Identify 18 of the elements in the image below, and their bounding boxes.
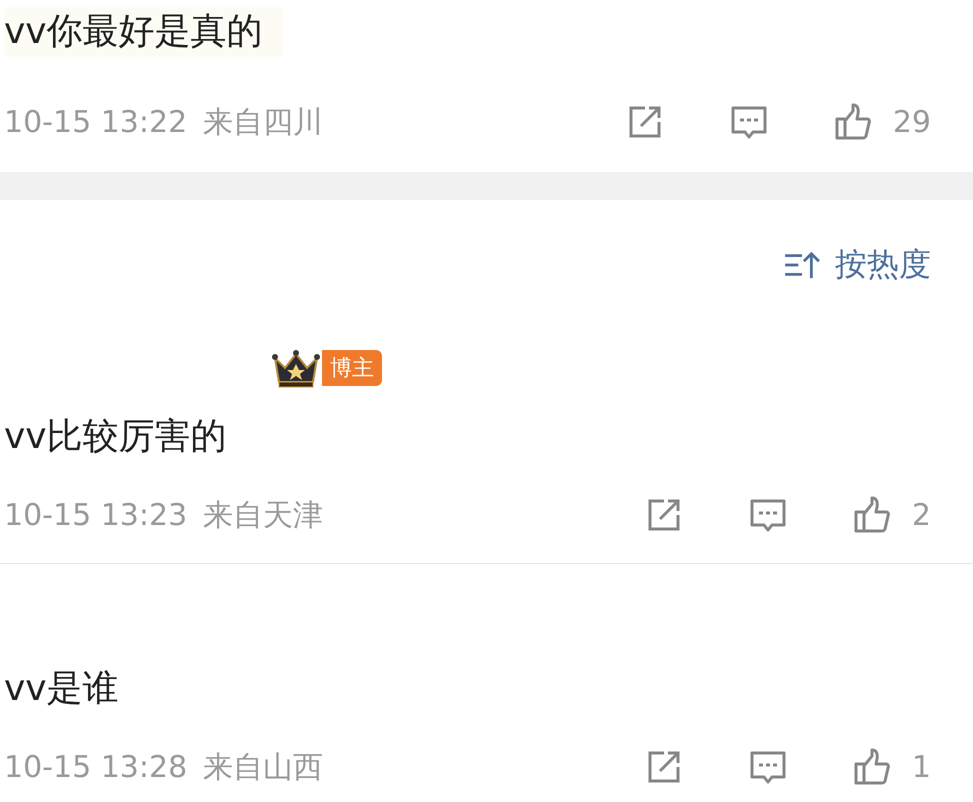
comment-location: 来自山西 — [203, 748, 324, 786]
like-count: 2 — [912, 498, 931, 532]
sort-button[interactable]: 按热度 — [783, 240, 931, 290]
thumbs-up-icon[interactable] — [832, 102, 873, 142]
comment-time: 10-15 13:22 — [4, 104, 188, 140]
thumbs-up-icon[interactable] — [852, 747, 892, 787]
comment-time: 10-15 13:28 — [4, 750, 188, 784]
comment-text: vv是谁 — [4, 667, 120, 711]
comment-text: vv比较厉害的 — [4, 415, 228, 459]
comment-time: 10-15 13:23 — [4, 498, 188, 532]
comment-location: 来自四川 — [203, 104, 324, 142]
comment-location: 来自天津 — [203, 496, 324, 534]
comment-text: vv你最好是真的 — [4, 7, 283, 57]
like-count: 29 — [892, 104, 931, 140]
like-count: 1 — [912, 750, 931, 784]
thumbs-up-icon[interactable] — [852, 495, 892, 535]
blogger-badge: 博主 — [322, 350, 382, 386]
sort-icon — [783, 250, 821, 280]
